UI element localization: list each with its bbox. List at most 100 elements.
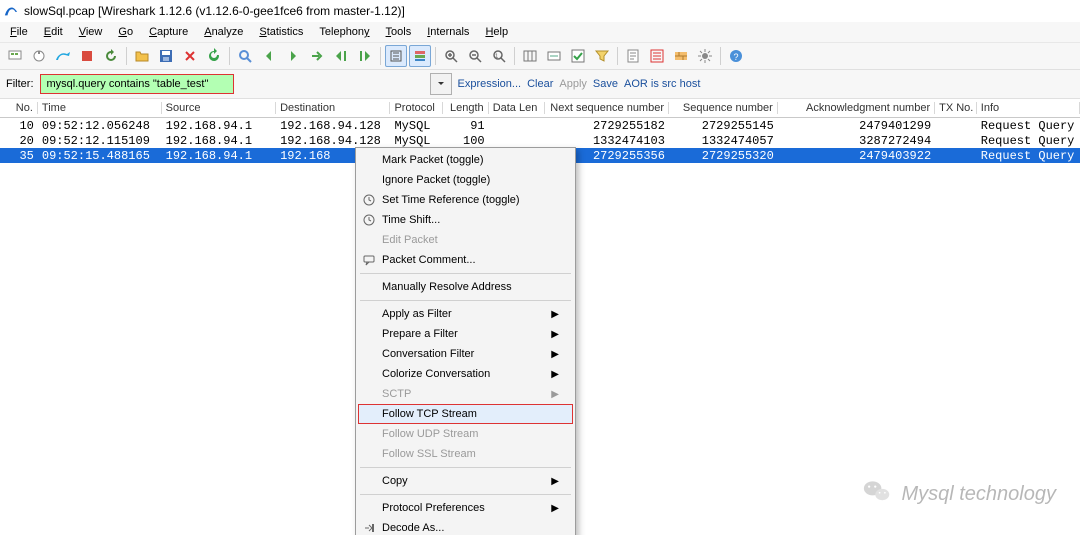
col-info[interactable]: Info bbox=[977, 102, 1080, 114]
ctx-conversation-filter[interactable]: Conversation Filter▶ bbox=[358, 344, 573, 364]
filter-extra-button[interactable]: AOR is src host bbox=[624, 78, 700, 90]
col-seq[interactable]: Sequence number bbox=[669, 102, 778, 114]
col-source[interactable]: Source bbox=[162, 102, 276, 114]
menu-capture[interactable]: Capture bbox=[143, 24, 194, 40]
col-txno[interactable]: TX No. bbox=[935, 102, 977, 114]
packet-row[interactable]: 10 09:52:12.056248 192.168.94.1 192.168.… bbox=[0, 118, 1080, 133]
filter-clear-button[interactable]: Clear bbox=[527, 78, 553, 90]
comment-icon bbox=[362, 253, 376, 267]
tb-stop-icon[interactable] bbox=[76, 45, 98, 67]
toolbar-separator bbox=[617, 47, 618, 65]
tb-zoom100-icon[interactable]: 1 bbox=[488, 45, 510, 67]
toolbar-separator bbox=[229, 47, 230, 65]
col-time[interactable]: Time bbox=[38, 102, 162, 114]
filter-save-button[interactable]: Save bbox=[593, 78, 618, 90]
col-protocol[interactable]: Protocol bbox=[390, 102, 443, 114]
tb-restart-icon[interactable] bbox=[100, 45, 122, 67]
ctx-separator bbox=[360, 273, 571, 274]
ctx-follow-tcp-stream[interactable]: Follow TCP Stream bbox=[358, 404, 573, 424]
menu-internals[interactable]: Internals bbox=[421, 24, 475, 40]
filter-input[interactable] bbox=[41, 75, 233, 93]
ctx-protocol-preferences[interactable]: Protocol Preferences▶ bbox=[358, 498, 573, 518]
ctx-mark-packet[interactable]: Mark Packet (toggle) bbox=[358, 150, 573, 170]
filter-bar: Filter: Expression... Clear Apply Save A… bbox=[0, 70, 1080, 99]
ctx-time-shift[interactable]: Time Shift... bbox=[358, 210, 573, 230]
filter-dropdown-button[interactable] bbox=[430, 73, 452, 95]
clock-icon bbox=[362, 193, 376, 207]
filter-input-wrap bbox=[40, 74, 234, 94]
submenu-arrow-icon: ▶ bbox=[551, 349, 559, 360]
ctx-set-time-reference[interactable]: Set Time Reference (toggle) bbox=[358, 190, 573, 210]
toolbar-separator bbox=[380, 47, 381, 65]
tb-interfaces-icon[interactable] bbox=[4, 45, 26, 67]
submenu-arrow-icon: ▶ bbox=[551, 329, 559, 340]
ctx-ignore-packet[interactable]: Ignore Packet (toggle) bbox=[358, 170, 573, 190]
packet-list-header: No. Time Source Destination Protocol Len… bbox=[0, 99, 1080, 118]
tb-next-icon[interactable] bbox=[282, 45, 304, 67]
ctx-apply-filter[interactable]: Apply as Filter▶ bbox=[358, 304, 573, 324]
submenu-arrow-icon: ▶ bbox=[551, 369, 559, 380]
menu-edit[interactable]: Edit bbox=[38, 24, 69, 40]
ctx-separator bbox=[360, 300, 571, 301]
tb-protohier-icon[interactable] bbox=[646, 45, 668, 67]
wechat-icon bbox=[863, 477, 891, 511]
tb-save-icon[interactable] bbox=[155, 45, 177, 67]
col-destination[interactable]: Destination bbox=[276, 102, 390, 114]
ctx-sctp: SCTP▶ bbox=[358, 384, 573, 404]
toolbar-separator bbox=[126, 47, 127, 65]
menu-bar: File Edit View Go Capture Analyze Statis… bbox=[0, 22, 1080, 43]
ctx-decode-as[interactable]: Decode As... bbox=[358, 518, 573, 535]
ctx-packet-comment[interactable]: Packet Comment... bbox=[358, 250, 573, 270]
menu-telephony[interactable]: Telephony bbox=[313, 24, 375, 40]
ctx-copy[interactable]: Copy▶ bbox=[358, 471, 573, 491]
menu-view[interactable]: View bbox=[73, 24, 109, 40]
tb-find-icon[interactable] bbox=[234, 45, 256, 67]
filter-expression-button[interactable]: Expression... bbox=[458, 78, 522, 90]
ctx-edit-packet: Edit Packet bbox=[358, 230, 573, 250]
tb-filter-icon[interactable] bbox=[591, 45, 613, 67]
col-ack[interactable]: Acknowledgment number bbox=[778, 102, 935, 114]
packet-row[interactable]: 20 09:52:12.115109 192.168.94.1 192.168.… bbox=[0, 133, 1080, 148]
tb-wiki-icon[interactable] bbox=[622, 45, 644, 67]
tb-autoscroll-icon[interactable] bbox=[385, 45, 407, 67]
tb-first-icon[interactable] bbox=[330, 45, 352, 67]
tb-start-icon[interactable] bbox=[52, 45, 74, 67]
col-length[interactable]: Length bbox=[443, 102, 488, 114]
tb-reload-icon[interactable] bbox=[203, 45, 225, 67]
tb-zoomin-icon[interactable] bbox=[440, 45, 462, 67]
ctx-follow-udp-stream: Follow UDP Stream bbox=[358, 424, 573, 444]
ctx-prepare-filter[interactable]: Prepare a Filter▶ bbox=[358, 324, 573, 344]
col-no[interactable]: No. bbox=[0, 102, 38, 114]
menu-file[interactable]: File bbox=[4, 24, 34, 40]
menu-help[interactable]: Help bbox=[479, 24, 514, 40]
tb-last-icon[interactable] bbox=[354, 45, 376, 67]
tb-prefs-icon[interactable] bbox=[694, 45, 716, 67]
col-datalen[interactable]: Data Len bbox=[489, 102, 546, 114]
tb-options-icon[interactable] bbox=[28, 45, 50, 67]
col-next-seq[interactable]: Next sequence number bbox=[545, 102, 669, 114]
wireshark-icon bbox=[4, 4, 18, 18]
tb-close-icon[interactable] bbox=[179, 45, 201, 67]
tb-zoomout-icon[interactable] bbox=[464, 45, 486, 67]
tb-resize-cols-icon[interactable] bbox=[519, 45, 541, 67]
ctx-colorize-conversation[interactable]: Colorize Conversation▶ bbox=[358, 364, 573, 384]
menu-analyze[interactable]: Analyze bbox=[198, 24, 249, 40]
menu-statistics[interactable]: Statistics bbox=[253, 24, 309, 40]
tb-checkbox-icon[interactable] bbox=[567, 45, 589, 67]
watermark: Mysql technology bbox=[863, 477, 1056, 511]
tb-help-icon[interactable]: ? bbox=[725, 45, 747, 67]
tb-open-icon[interactable] bbox=[131, 45, 153, 67]
ctx-resolve-address[interactable]: Manually Resolve Address bbox=[358, 277, 573, 297]
svg-text:?: ? bbox=[734, 52, 739, 62]
filter-apply-button[interactable]: Apply bbox=[559, 78, 587, 90]
tb-colorize-icon[interactable] bbox=[409, 45, 431, 67]
submenu-arrow-icon: ▶ bbox=[551, 476, 559, 487]
menu-tools[interactable]: Tools bbox=[380, 24, 418, 40]
tb-goto-icon[interactable] bbox=[306, 45, 328, 67]
tb-firewall-icon[interactable] bbox=[670, 45, 692, 67]
submenu-arrow-icon: ▶ bbox=[551, 503, 559, 514]
menu-go[interactable]: Go bbox=[112, 24, 139, 40]
tb-prev-icon[interactable] bbox=[258, 45, 280, 67]
clock-icon bbox=[362, 213, 376, 227]
tb-captureopts-icon[interactable] bbox=[543, 45, 565, 67]
